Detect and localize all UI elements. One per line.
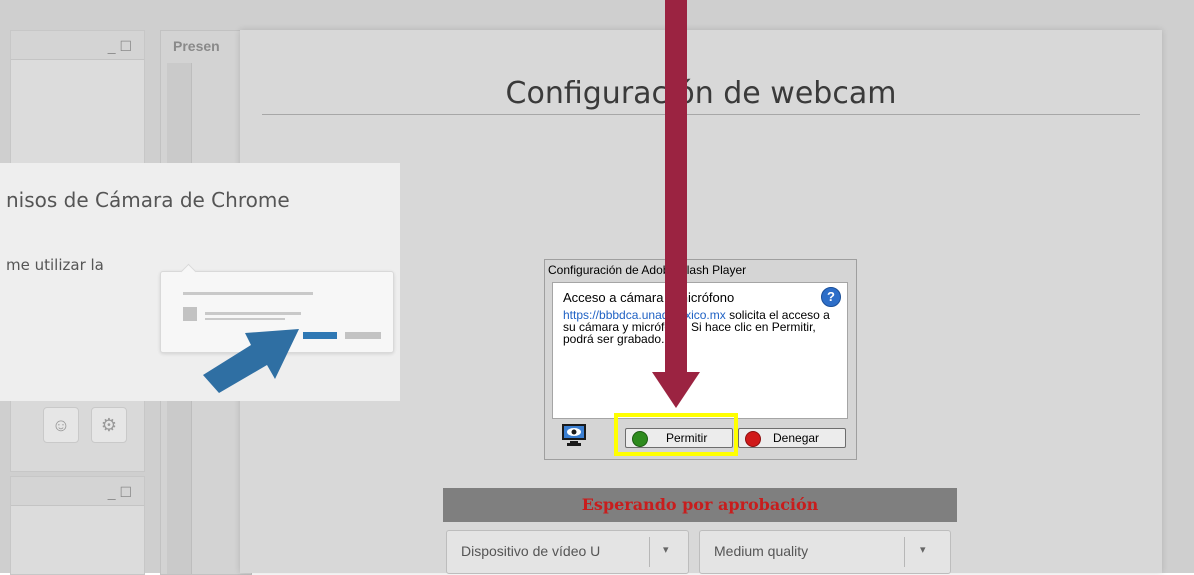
users-panel: _ ☐ xyxy=(10,30,145,172)
chat-panel: _ ☐ xyxy=(10,476,145,575)
window-controls[interactable]: _ ☐ xyxy=(108,38,132,55)
eye-monitor-icon[interactable] xyxy=(561,423,587,447)
quality-select[interactable]: Medium quality ▾ xyxy=(699,530,951,574)
deny-icon xyxy=(745,431,761,447)
smiley-icon[interactable]: ☺ xyxy=(43,407,79,443)
video-device-select[interactable]: Dispositivo de vídeo U ▾ xyxy=(446,530,689,574)
select-divider xyxy=(904,537,905,567)
chrome-permission-card: nisos de Cámara de Chrome me utilizar la xyxy=(0,163,400,401)
help-icon[interactable]: ? xyxy=(821,287,841,307)
illustration-block-button xyxy=(345,332,381,339)
illustration-allow-button xyxy=(303,332,337,339)
users-panel-header: _ ☐ xyxy=(11,31,144,60)
screen: _ ☐ ☺ ⚙ _ ☐ Presen Configuración de webc… xyxy=(0,0,1194,575)
deny-button-label: Denegar xyxy=(773,431,820,445)
video-device-value: Dispositivo de vídeo U xyxy=(461,543,601,559)
quality-value: Medium quality xyxy=(714,543,809,559)
select-divider xyxy=(649,537,650,567)
approval-status-bar: Esperando por aprobación xyxy=(443,488,957,522)
gear-icon[interactable]: ⚙ xyxy=(91,407,127,443)
permission-card-text: me utilizar la xyxy=(6,256,104,274)
chevron-down-icon: ▾ xyxy=(920,544,926,556)
deny-button[interactable]: Denegar xyxy=(738,428,846,448)
presentation-panel-title: Presen xyxy=(173,38,220,54)
pointer-arrow-icon xyxy=(203,329,299,393)
chat-panel-header: _ ☐ xyxy=(11,477,144,506)
chevron-down-icon: ▾ xyxy=(663,544,669,556)
illustration-line xyxy=(183,292,313,295)
allow-button-highlight xyxy=(614,413,738,456)
arrow-down-icon xyxy=(652,0,700,408)
status-panel: ☺ ⚙ xyxy=(10,400,145,472)
permission-card-title: nisos de Cámara de Chrome xyxy=(6,188,290,212)
chat-window-controls[interactable]: _ ☐ xyxy=(108,484,132,501)
illustration-notch xyxy=(180,263,197,280)
